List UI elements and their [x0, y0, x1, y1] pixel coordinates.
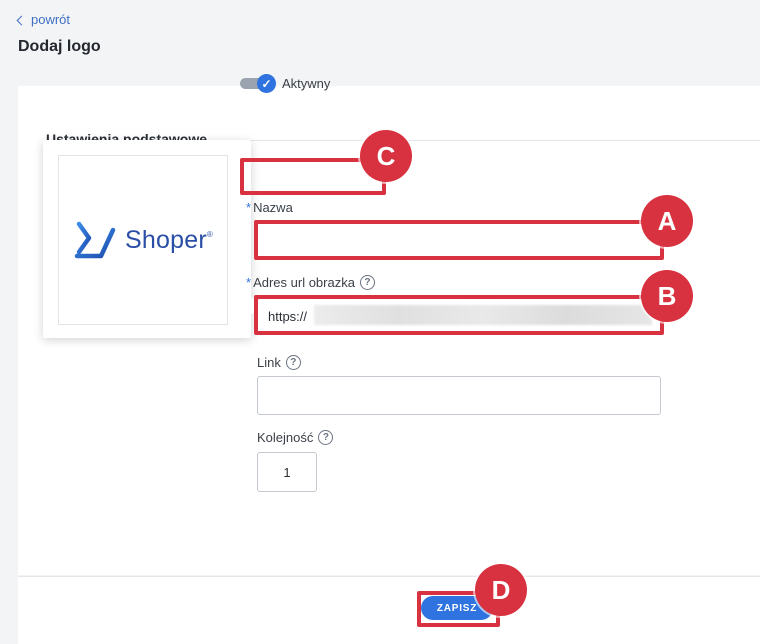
annotation-badge-b: B	[641, 270, 693, 322]
highlight-box-a	[254, 220, 664, 260]
annotation-badge-a: A	[641, 195, 693, 247]
back-link[interactable]: powrót	[16, 12, 71, 27]
shoper-logo: Shoper®	[73, 220, 213, 260]
logo-preview-popover: Shoper®	[43, 140, 251, 338]
order-value: 1	[283, 464, 291, 480]
chevron-left-icon	[16, 15, 27, 25]
help-icon[interactable]: ?	[359, 275, 375, 290]
link-input[interactable]	[257, 376, 661, 415]
order-field-label: Kolejność ?	[257, 430, 334, 445]
link-field-label: Link ?	[257, 355, 301, 370]
page-title: Dodaj logo	[18, 38, 101, 55]
toggle-track: ✓	[240, 74, 276, 93]
highlight-box-b	[254, 295, 664, 335]
help-icon[interactable]: ?	[318, 430, 334, 445]
order-input[interactable]: 1	[257, 452, 317, 492]
logo-preview-frame: Shoper®	[58, 155, 228, 325]
check-icon: ✓	[257, 74, 276, 93]
section-divider	[248, 140, 760, 141]
help-icon[interactable]: ?	[285, 355, 301, 370]
annotation-badge-d: D	[475, 564, 527, 616]
required-marker: *	[246, 275, 252, 290]
active-toggle[interactable]: ✓ Aktywny	[240, 74, 331, 93]
annotation-badge-c: C	[360, 130, 412, 182]
shoper-logo-mark-icon	[74, 221, 116, 259]
name-field-label: * Nazwa	[246, 200, 293, 215]
form-footer	[18, 576, 760, 644]
shoper-logo-text: Shoper®	[125, 225, 213, 254]
required-marker: *	[246, 200, 252, 215]
image-url-field-label: * Adres url obrazka ?	[246, 275, 375, 290]
active-toggle-label: Aktywny	[282, 76, 331, 91]
back-link-label: powrót	[31, 12, 71, 27]
